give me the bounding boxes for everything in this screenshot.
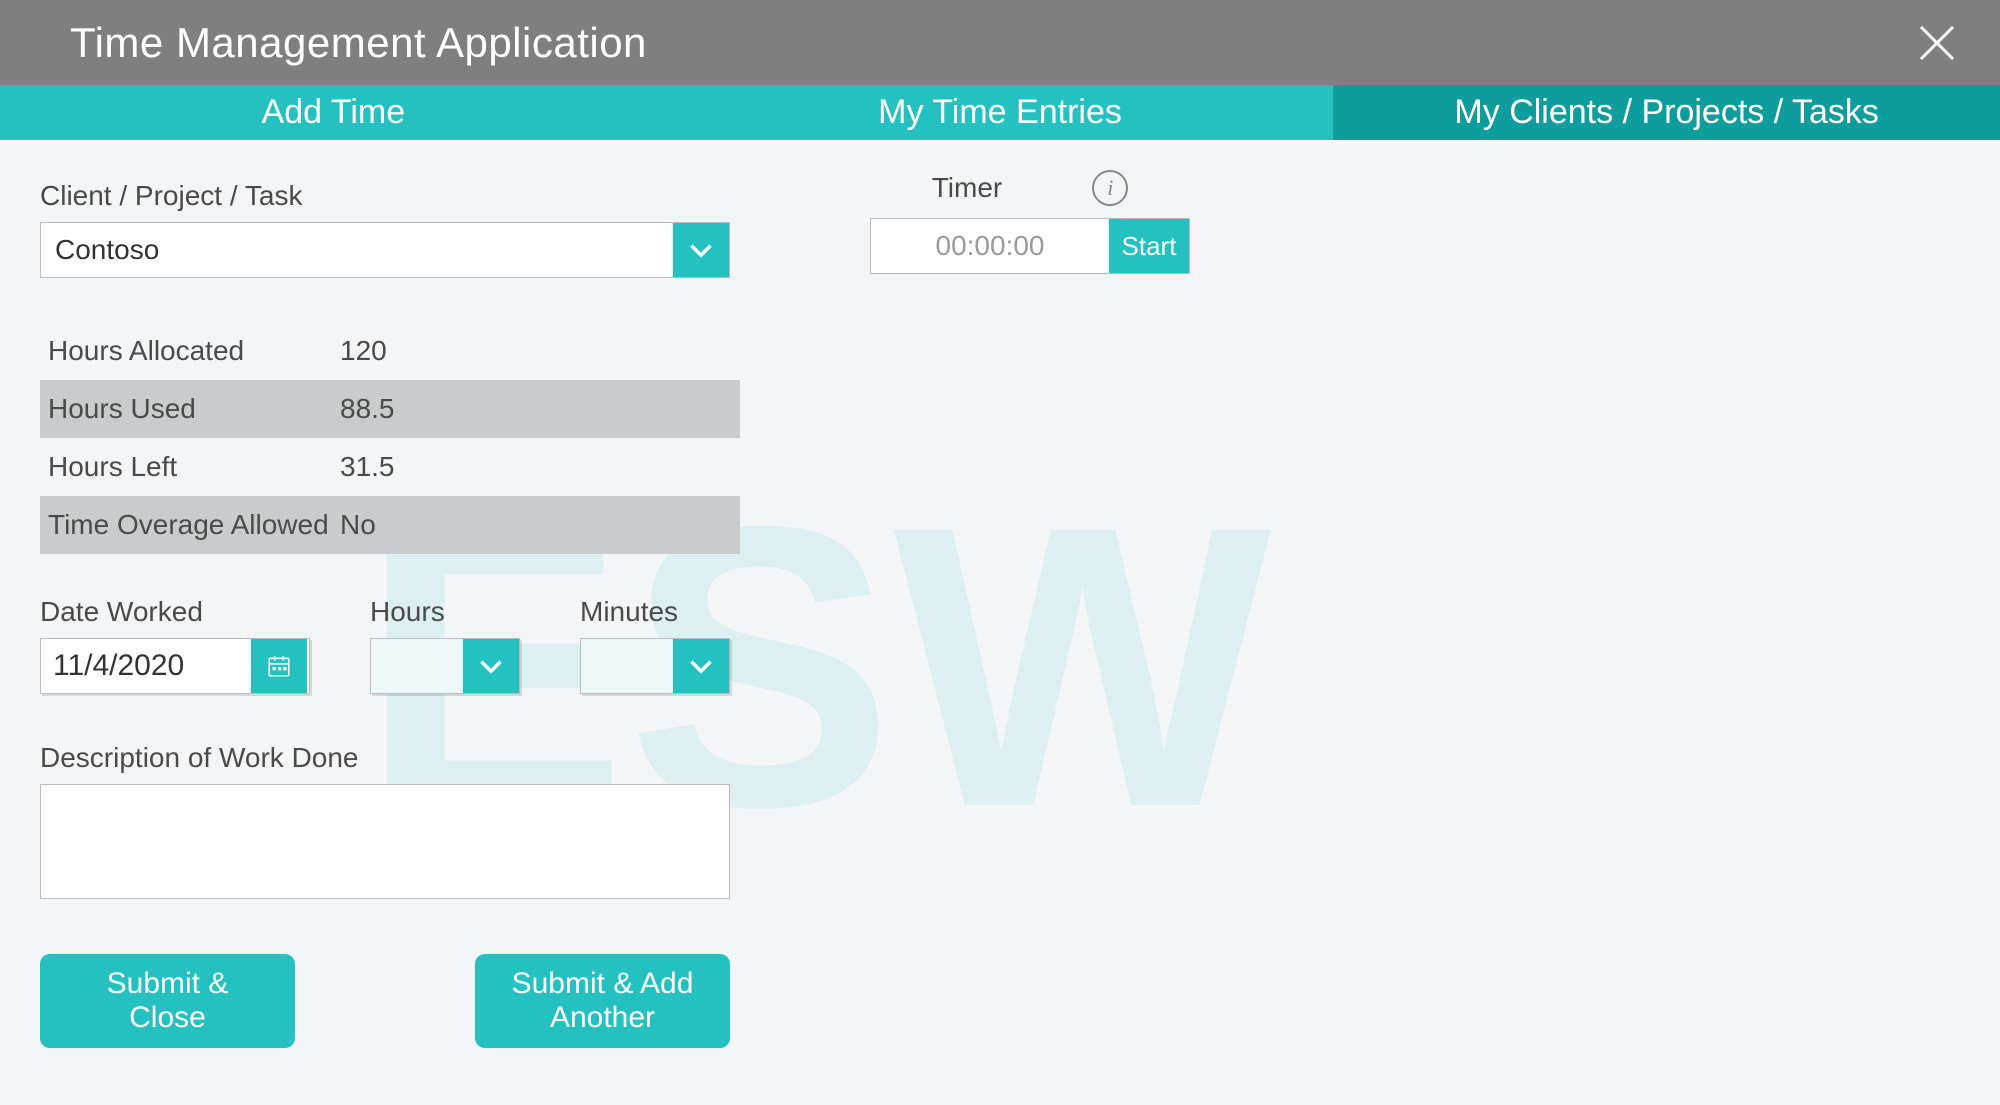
stat-value: 88.5 [340,393,740,425]
stat-label: Hours Left [40,451,340,483]
date-worked-input-group [40,638,310,694]
client-task-dropdown[interactable]: Contoso [40,222,730,278]
submit-add-another-button[interactable]: Submit & Add Another [475,954,730,1048]
minutes-label: Minutes [580,596,730,628]
tab-my-clients-projects-tasks[interactable]: My Clients / Projects / Tasks [1333,85,2000,140]
chevron-down-icon [688,237,714,263]
stat-value: 120 [340,335,740,367]
stat-value: 31.5 [340,451,740,483]
app-title: Time Management Application [70,19,647,67]
tab-add-time[interactable]: Add Time [0,85,667,140]
chevron-down-icon [478,653,504,679]
stat-label: Hours Used [40,393,340,425]
content-area: ESW Timer i 00:00:00 Start Client / Proj… [0,140,2000,1105]
description-block: Description of Work Done [40,742,1960,904]
date-hours-minutes-row: Date Worked [40,596,1960,694]
client-task-dropdown-button[interactable] [673,223,729,277]
hours-dropdown[interactable] [370,638,520,694]
stat-row-hours-left: Hours Left 31.5 [40,438,740,496]
stat-label: Time Overage Allowed [40,509,340,541]
date-picker-button[interactable] [251,639,307,693]
close-button[interactable] [1914,20,1960,66]
description-label: Description of Work Done [40,742,1960,774]
title-bar: Time Management Application [0,0,2000,85]
stat-label: Hours Allocated [40,335,340,367]
submit-close-button[interactable]: Submit & Close [40,954,295,1048]
tab-my-time-entries[interactable]: My Time Entries [667,85,1334,140]
stat-row-hours-allocated: Hours Allocated 120 [40,322,740,380]
tab-bar: Add Time My Time Entries My Clients / Pr… [0,85,2000,140]
minutes-dropdown-button[interactable] [673,639,729,693]
chevron-down-icon [688,653,714,679]
date-worked-label: Date Worked [40,596,310,628]
client-task-label: Client / Project / Task [40,180,1960,212]
stat-row-hours-used: Hours Used 88.5 [40,380,740,438]
minutes-value [581,639,673,693]
hours-stats: Hours Allocated 120 Hours Used 88.5 Hour… [40,322,740,554]
client-task-value: Contoso [41,223,673,277]
hours-dropdown-button[interactable] [463,639,519,693]
stat-value: No [340,509,740,541]
stat-row-overage: Time Overage Allowed No [40,496,740,554]
minutes-dropdown[interactable] [580,638,730,694]
hours-value [371,639,463,693]
close-icon [1917,23,1957,63]
description-textarea[interactable] [40,784,730,899]
hours-label: Hours [370,596,520,628]
submit-buttons-row: Submit & Close Submit & Add Another [40,954,1960,1048]
calendar-icon [266,653,292,679]
date-worked-input[interactable] [41,639,251,693]
